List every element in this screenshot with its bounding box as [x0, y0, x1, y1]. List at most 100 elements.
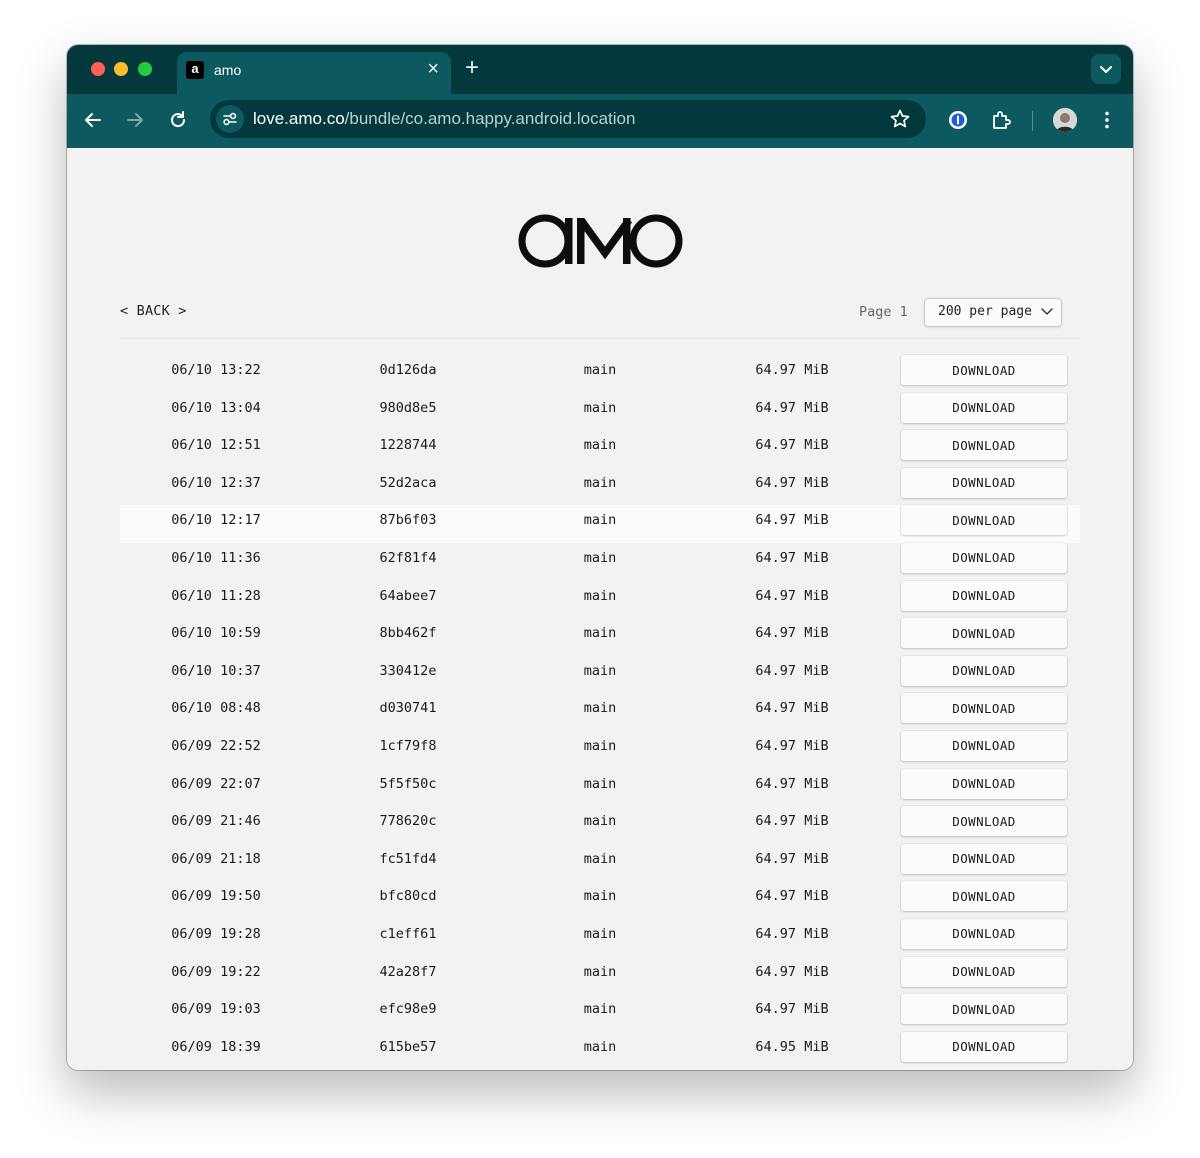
file-size: 64.97 MiB	[755, 813, 829, 830]
forward-arrow-icon[interactable]	[124, 109, 146, 131]
download-button[interactable]: DOWNLOAD	[901, 392, 1067, 423]
download-button[interactable]: DOWNLOAD	[901, 580, 1067, 611]
branch-name: main	[583, 474, 617, 491]
build-row: 06/09 19:50 bfc80cd main 64.97 MiB DOWNLOAD	[120, 881, 1080, 919]
build-date: 06/10 12:17	[171, 512, 261, 529]
more-menu-icon[interactable]	[1096, 109, 1118, 131]
profile-avatar[interactable]	[1053, 108, 1077, 132]
branch-name: main	[583, 888, 617, 905]
build-row: 06/09 19:28 c1eff61 main 64.97 MiB DOWNLOAD	[120, 918, 1080, 957]
address-bar[interactable]: love.amo.co/bundle/co.amo.happy.android.…	[210, 100, 926, 138]
close-icon[interactable]: ×	[427, 59, 439, 79]
download-button[interactable]: DOWNLOAD	[901, 542, 1067, 573]
build-date: 06/09 19:22	[171, 963, 261, 980]
page-indicator: Page 1	[859, 304, 908, 320]
password-manager-icon[interactable]	[947, 109, 969, 131]
file-size: 64.97 MiB	[755, 888, 829, 905]
commit-hash: 0d126da	[379, 362, 437, 378]
file-size: 64.97 MiB	[755, 474, 829, 491]
build-row: 06/10 13:22 0d126da main 64.97 MiB DOWNLOAD	[120, 355, 1080, 393]
build-row: 06/09 19:22 42a28f7 main 64.97 MiB DOWNLOAD	[120, 956, 1080, 995]
download-button[interactable]: DOWNLOAD	[901, 467, 1067, 498]
commit-hash: 778620c	[379, 813, 437, 830]
download-button[interactable]: DOWNLOAD	[901, 918, 1067, 949]
url-text[interactable]: love.amo.co/bundle/co.amo.happy.android.…	[253, 109, 635, 129]
download-button[interactable]: DOWNLOAD	[901, 1031, 1067, 1062]
extensions-icon[interactable]	[990, 109, 1012, 131]
site-settings-glyph	[223, 112, 237, 126]
tab-search-button[interactable]	[1091, 54, 1121, 84]
download-button[interactable]: DOWNLOAD	[901, 355, 1067, 385]
branch-name: main	[583, 399, 617, 416]
build-row: 06/10 12:51 1228744 main 64.97 MiB DOWNLOAD	[120, 430, 1080, 468]
build-date: 06/10 10:37	[171, 662, 261, 679]
branch-name: main	[583, 925, 617, 942]
browser-toolbar: love.amo.co/bundle/co.amo.happy.android.…	[67, 94, 1133, 148]
file-size: 64.97 MiB	[755, 1001, 829, 1018]
build-date: 06/09 22:07	[171, 775, 261, 792]
commit-hash: 330412e	[379, 662, 437, 679]
commit-hash: 615be57	[379, 1038, 437, 1055]
tab-favicon: a	[186, 61, 204, 79]
file-size: 64.97 MiB	[755, 362, 829, 378]
branch-name: main	[583, 737, 617, 754]
avatar-image	[1053, 108, 1077, 132]
build-row: 06/10 10:59 8bb462f main 64.97 MiB DOWNLOAD	[120, 618, 1080, 656]
build-row: 06/10 10:37 330412e main 64.97 MiB DOWNLOAD	[120, 655, 1080, 694]
maximize-window-button[interactable]	[138, 62, 152, 76]
branch-name: main	[583, 437, 617, 454]
download-button[interactable]: DOWNLOAD	[901, 730, 1067, 761]
star-icon[interactable]	[889, 108, 911, 130]
branch-name: main	[583, 512, 617, 529]
builds-list: 06/10 13:22 0d126da main 64.97 MiB DOWNLOAD 0…	[120, 355, 1080, 1069]
url-host: love.amo.co	[253, 109, 345, 128]
branch-name: main	[583, 1038, 617, 1055]
toolbar-divider	[1032, 111, 1033, 131]
build-row: 06/09 21:46 778620c main 64.97 MiB DOWNLOAD	[120, 806, 1080, 844]
download-button[interactable]: DOWNLOAD	[901, 994, 1067, 1025]
download-button[interactable]: DOWNLOAD	[901, 505, 1067, 536]
download-button[interactable]: DOWNLOAD	[901, 956, 1067, 987]
tab-title: amo	[214, 62, 242, 78]
url-path: /bundle/co.amo.happy.android.location	[344, 109, 636, 128]
build-date: 06/09 22:52	[171, 737, 261, 754]
header-divider	[120, 338, 1080, 339]
branch-name: main	[583, 700, 617, 717]
site-settings-icon[interactable]	[216, 105, 244, 133]
build-row: 06/10 11:28 64abee7 main 64.97 MiB DOWNLOAD	[120, 580, 1080, 619]
commit-hash: c1eff61	[379, 925, 437, 942]
download-button[interactable]: DOWNLOAD	[901, 843, 1067, 874]
download-button[interactable]: DOWNLOAD	[901, 693, 1067, 724]
download-button[interactable]: DOWNLOAD	[901, 768, 1067, 799]
build-row: 06/09 22:07 5f5f50c main 64.97 MiB DOWNLOAD	[120, 768, 1080, 807]
file-size: 64.97 MiB	[755, 587, 829, 604]
tab-amo[interactable]: a amo ×	[177, 52, 451, 94]
minimize-window-button[interactable]	[114, 62, 128, 76]
reload-icon[interactable]	[167, 109, 189, 131]
back-link[interactable]: < BACK >	[120, 303, 187, 319]
download-button[interactable]: DOWNLOAD	[901, 806, 1067, 837]
close-window-button[interactable]	[91, 62, 105, 76]
build-date: 06/10 11:36	[171, 549, 261, 566]
chevron-down-icon	[1100, 66, 1112, 73]
branch-name: main	[583, 662, 617, 679]
branch-name: main	[583, 549, 617, 566]
build-date: 06/09 21:18	[171, 850, 261, 867]
per-page-select[interactable]: 200 per page	[924, 298, 1062, 327]
browser-window: a amo × + love.amo.co/bundle/co.amo.happ…	[67, 45, 1133, 1070]
commit-hash: fc51fd4	[379, 850, 437, 867]
download-button[interactable]: DOWNLOAD	[901, 655, 1067, 686]
back-arrow-icon[interactable]	[82, 109, 104, 131]
file-size: 64.97 MiB	[755, 437, 829, 454]
chevron-down-icon	[1041, 308, 1053, 315]
amo-logo: amo	[518, 214, 683, 268]
build-date: 06/09 21:46	[171, 813, 261, 830]
plus-icon[interactable]: +	[465, 56, 479, 80]
download-button[interactable]: DOWNLOAD	[901, 430, 1067, 461]
download-button[interactable]: DOWNLOAD	[901, 881, 1067, 912]
build-row: 06/10 13:04 980d8e5 main 64.97 MiB DOWNLOAD	[120, 392, 1080, 431]
branch-name: main	[583, 587, 617, 604]
commit-hash: 87b6f03	[379, 512, 437, 529]
commit-hash: 8bb462f	[379, 625, 437, 642]
download-button[interactable]: DOWNLOAD	[901, 618, 1067, 649]
